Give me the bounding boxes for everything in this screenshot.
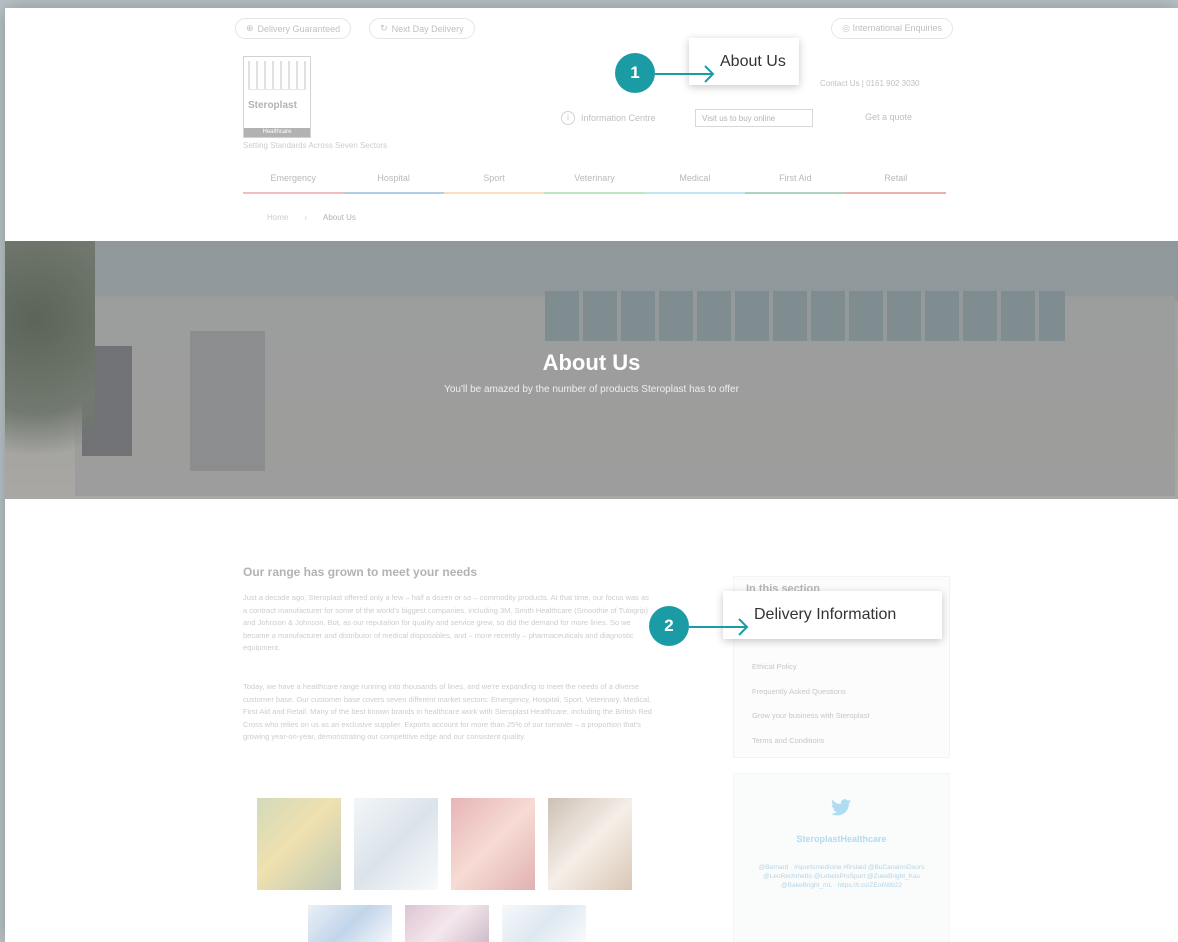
thumbnail-row-2: [308, 905, 586, 942]
sidebar-link-grow-business[interactable]: Grow your business with Steroplast: [752, 711, 870, 720]
category-nav: Emergency Hospital Sport Veterinary Medi…: [243, 173, 946, 194]
arrow-right-icon: [689, 618, 749, 636]
contact-info[interactable]: Contact Us | 0161 902 3030: [820, 79, 919, 88]
callout-badge-1: 1: [615, 53, 655, 93]
arrow-right-icon: [655, 65, 715, 83]
logo-sub: Healthcare: [244, 128, 310, 137]
delivery-guarantee-label: Delivery Guaranteed: [257, 23, 341, 34]
nav-item-first-aid[interactable]: First Aid: [745, 173, 846, 194]
logo-brand: Steroplast: [248, 100, 297, 111]
international-label: International Enquiries: [852, 23, 942, 33]
twitter-handle[interactable]: SteroplastHealthcare: [734, 834, 949, 844]
thumb-first-aid[interactable]: [405, 905, 489, 942]
steroplast-logo[interactable]: Steroplast Healthcare: [243, 56, 311, 138]
thumb-retail[interactable]: [502, 905, 586, 942]
info-icon: i: [561, 111, 575, 125]
thumbnail-row-1: [257, 798, 632, 890]
twitter-bird-icon: [831, 799, 851, 821]
information-centre-link[interactable]: i Information Centre: [561, 111, 656, 125]
thumb-medical[interactable]: [308, 905, 392, 942]
breadcrumb-current: About Us: [323, 213, 356, 222]
chevron-right-icon: ›: [304, 213, 308, 222]
utility-bar: ⊕ Delivery Guaranteed ↻ Next Day Deliver…: [235, 18, 475, 39]
tweet-text: @Bernard · #sportsmedicine #firstaid @Bu…: [758, 864, 925, 889]
thumb-emergency[interactable]: [257, 798, 341, 890]
next-day-label: Next Day Delivery: [391, 23, 464, 34]
clock-icon: ↻: [380, 23, 388, 33]
international-link[interactable]: ◎ International Enquiries: [831, 18, 953, 39]
content-paragraph-1: Just a decade ago, Steroplast offered on…: [243, 593, 649, 652]
globe-icon: ◎: [842, 23, 850, 33]
information-centre-label: Information Centre: [581, 113, 656, 123]
buy-online-button[interactable]: Visit us to buy online: [695, 109, 813, 127]
breadcrumb-home[interactable]: Home: [267, 213, 288, 222]
nav-item-medical[interactable]: Medical: [644, 173, 746, 194]
sidebar-link-terms[interactable]: Terms and Conditions: [752, 736, 825, 745]
callout-about-us-label: About Us: [720, 52, 786, 70]
callout-delivery-information-label: Delivery Information: [754, 606, 897, 623]
nav-item-emergency[interactable]: Emergency: [243, 173, 344, 194]
thumb-hospital[interactable]: [354, 798, 438, 890]
content-paragraph-2: Today, we have a healthcare range runnin…: [243, 682, 652, 741]
logo-pattern: [248, 61, 306, 90]
nav-item-veterinary[interactable]: Veterinary: [544, 173, 645, 194]
sidebar-link-ethical-policy[interactable]: Ethical Policy: [752, 662, 797, 671]
truck-icon: ⊕: [246, 23, 254, 33]
breadcrumb: Home › About Us: [267, 213, 356, 222]
callout-badge-2: 2: [649, 606, 689, 646]
hero-subtitle: You'll be amazed by the number of produc…: [444, 384, 739, 395]
content-heading: Our range has grown to meet your needs: [243, 565, 478, 579]
next-day-pill[interactable]: ↻ Next Day Delivery: [369, 18, 475, 39]
nav-item-sport[interactable]: Sport: [443, 173, 545, 194]
sidebar-link-faq[interactable]: Frequently Asked Questions: [752, 687, 846, 696]
nav-item-hospital[interactable]: Hospital: [343, 173, 444, 194]
thumb-veterinary[interactable]: [548, 798, 632, 890]
thumb-sport[interactable]: [451, 798, 535, 890]
hero-title: About Us: [542, 350, 641, 375]
callout-delivery-information[interactable]: Delivery Information: [723, 591, 942, 639]
get-quote-link[interactable]: Get a quote: [865, 112, 912, 122]
page-frame: ⊕ Delivery Guaranteed ↻ Next Day Deliver…: [5, 8, 1178, 942]
twitter-widget: SteroplastHealthcare @Bernard · #sportsm…: [733, 773, 950, 942]
delivery-guarantee-pill[interactable]: ⊕ Delivery Guaranteed: [235, 18, 352, 39]
nav-item-retail[interactable]: Retail: [845, 173, 946, 194]
tagline: Setting Standards Across Seven Sectors: [243, 141, 388, 150]
